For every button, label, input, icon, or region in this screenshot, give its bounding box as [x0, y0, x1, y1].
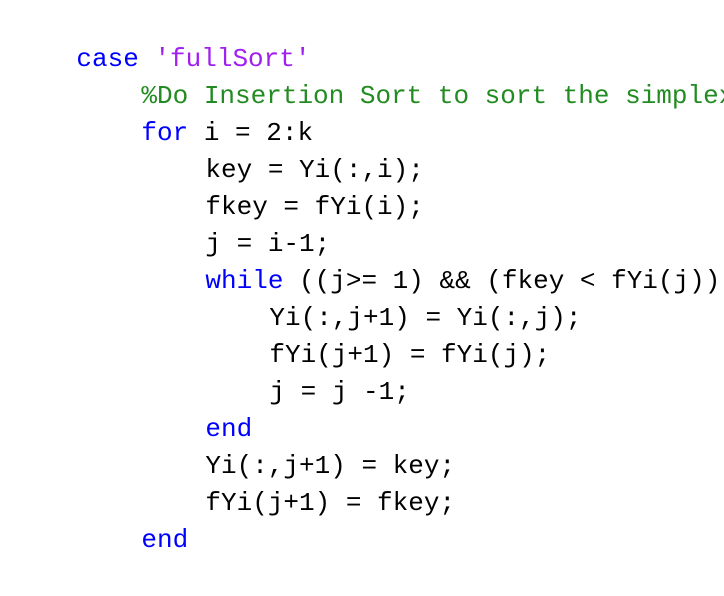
code-line-8: Yi(:,j+1) = Yi(:,j); — [207, 263, 581, 333]
code-line-7: while ((j>= 1) && (fkey < fYi(j))) — [143, 226, 724, 296]
code-text: j = j -1; — [269, 377, 410, 407]
code-line-5: fkey = fYi(i); — [143, 152, 423, 222]
code-line-3: for i = 2:k — [79, 78, 313, 148]
code-line-13: fYi(j+1) = fkey; — [143, 448, 455, 518]
code-line-6: j = i-1; — [143, 189, 330, 259]
keyword-end: end — [141, 525, 189, 555]
code-editor: case 'fullSort' %Do Insertion Sort to so… — [0, 0, 724, 555]
code-line-4: key = Yi(:,i); — [143, 115, 423, 185]
code-line-9: fYi(j+1) = fYi(j); — [207, 300, 550, 370]
code-line-10: j = j -1; — [207, 337, 409, 407]
code-line-11: end — [143, 374, 252, 444]
code-text: fYi(j+1) = fkey; — [205, 488, 456, 518]
code-line-1: case 'fullSort' — [14, 4, 310, 74]
code-line-14: end — [79, 485, 188, 555]
code-line-2: %Do Insertion Sort to sort the simplex — [79, 41, 724, 111]
code-line-12: Yi(:,j+1) = key; — [143, 411, 455, 481]
